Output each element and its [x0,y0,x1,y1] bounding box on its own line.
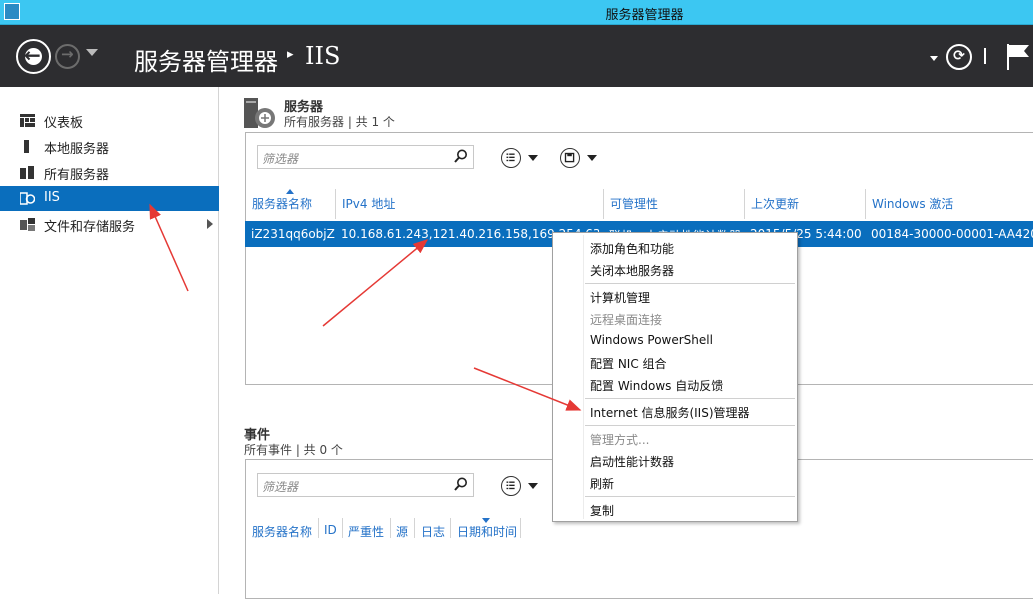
servers-section-icon [244,98,275,128]
column-header-log[interactable]: 日志 [421,523,445,540]
column-header-severity[interactable]: 严重性 [348,523,384,540]
all-servers-icon [20,166,34,179]
column-divider [414,518,415,538]
dashboard-icon [20,114,35,127]
menu-item-nic-teaming[interactable]: 配置 NIC 组合 [590,355,667,372]
menu-item-start-perf-counters[interactable]: 启动性能计数器 [590,453,674,470]
column-divider [390,518,391,538]
column-header-manageability[interactable]: 可管理性 [610,195,658,212]
menu-item-computer-management[interactable]: 计算机管理 [590,289,650,306]
column-header-id[interactable]: ID [324,523,337,537]
menu-item-manage-as: 管理方式... [590,433,650,447]
back-arrow-icon: ← [24,43,41,67]
menu-separator [585,496,795,497]
column-header-ipv4[interactable]: IPv4 地址 [342,195,395,212]
menu-item-copy[interactable]: 复制 [590,502,614,519]
sidebar: 仪表板 本地服务器 所有服务器 IIS 文件和存储服务 [0,87,219,594]
header-dropdown-icon[interactable] [930,56,938,61]
title-bar: 服务器管理器 [0,0,1033,25]
filter-placeholder: 筛选器 [262,152,299,166]
breadcrumb-current: IIS [305,42,341,70]
menu-item-iis-manager[interactable]: Internet 信息服务(IIS)管理器 [590,404,750,421]
column-divider [520,518,521,538]
column-header-source[interactable]: 源 [396,523,408,540]
column-header-windows-activation[interactable]: Windows 激活 [872,195,953,212]
events-list-options-dropdown-icon[interactable] [528,483,538,489]
menu-item-shutdown-local-server[interactable]: 关闭本地服务器 [590,262,674,279]
column-divider [603,189,604,219]
file-storage-icon [20,218,35,231]
save-query-dropdown-icon[interactable] [587,155,597,161]
header-divider [984,48,986,64]
menu-item-remote-desktop: 远程桌面连接 [590,313,663,327]
save-icon [564,152,575,163]
column-divider [744,189,745,219]
menu-item-refresh[interactable]: 刷新 [590,475,614,492]
refresh-button[interactable]: ⟳ [946,44,972,70]
expand-arrow-icon[interactable] [207,219,213,229]
sidebar-item-local-server[interactable]: 本地服务器 [0,134,219,159]
menu-item-add-roles[interactable]: 添加角色和功能 [590,240,674,257]
local-server-icon [24,140,29,153]
column-divider [450,518,451,538]
events-list-options-button[interactable] [501,476,521,496]
column-header-server-name[interactable]: 服务器名称 [252,195,312,212]
cell-server-name: iZ231qq6objZ [251,227,335,241]
column-divider [865,189,866,219]
sidebar-item-dashboard[interactable]: 仪表板 [0,108,219,133]
sort-descending-icon [482,518,490,523]
iis-icon [20,192,35,205]
column-divider [342,518,343,538]
breadcrumb-root[interactable]: 服务器管理器 [134,42,278,77]
events-filter-input[interactable]: 筛选器 [257,473,474,497]
menu-gutter [583,235,584,519]
list-icon [506,481,515,490]
forward-arrow-icon: → [61,45,74,63]
app-header: ← → 服务器管理器 ▸ IIS ⟳ [0,25,1033,87]
column-divider [335,189,336,219]
menu-separator [585,398,795,399]
list-options-button[interactable] [501,148,521,168]
sidebar-item-all-servers[interactable]: 所有服务器 [0,160,219,185]
column-header-date-time[interactable]: 日期和时间 [457,523,517,540]
servers-filter-input[interactable]: 筛选器 [257,145,474,169]
search-icon[interactable] [454,149,468,163]
list-icon [506,153,515,162]
breadcrumb-separator-icon: ▸ [287,47,294,62]
cell-windows-activation: 00184-30000-00001-AA420 [871,227,1033,241]
sort-ascending-icon [286,189,294,194]
sidebar-item-label: 仪表板 [44,116,84,131]
window-title: 服务器管理器 [605,8,684,23]
notifications-flag-icon[interactable] [1005,42,1033,72]
sidebar-item-label: 所有服务器 [44,168,110,183]
column-header-last-update[interactable]: 上次更新 [751,195,799,212]
filter-placeholder: 筛选器 [262,480,299,494]
list-options-dropdown-icon[interactable] [528,155,538,161]
events-subtitle: 所有事件 | 共 0 个 [244,443,343,457]
column-header-server-name[interactable]: 服务器名称 [252,523,312,540]
column-divider [318,518,319,538]
save-query-button[interactable] [560,148,580,168]
history-dropdown-icon[interactable] [86,49,98,56]
sidebar-item-label: 本地服务器 [44,142,110,157]
context-menu: 添加角色和功能 关闭本地服务器 计算机管理 远程桌面连接 Windows Pow… [552,232,798,522]
sidebar-item-label: IIS [44,190,60,205]
search-icon[interactable] [454,477,468,491]
menu-separator [585,425,795,426]
menu-item-windows-feedback[interactable]: 配置 Windows 自动反馈 [590,377,723,394]
menu-separator [585,283,795,284]
sidebar-item-label: 文件和存储服务 [44,220,136,235]
servers-subtitle: 所有服务器 | 共 1 个 [284,115,395,129]
sidebar-item-file-storage[interactable]: 文件和存储服务 [0,212,219,237]
menu-item-powershell[interactable]: Windows PowerShell [590,333,713,347]
sidebar-item-iis[interactable]: IIS [0,186,219,211]
